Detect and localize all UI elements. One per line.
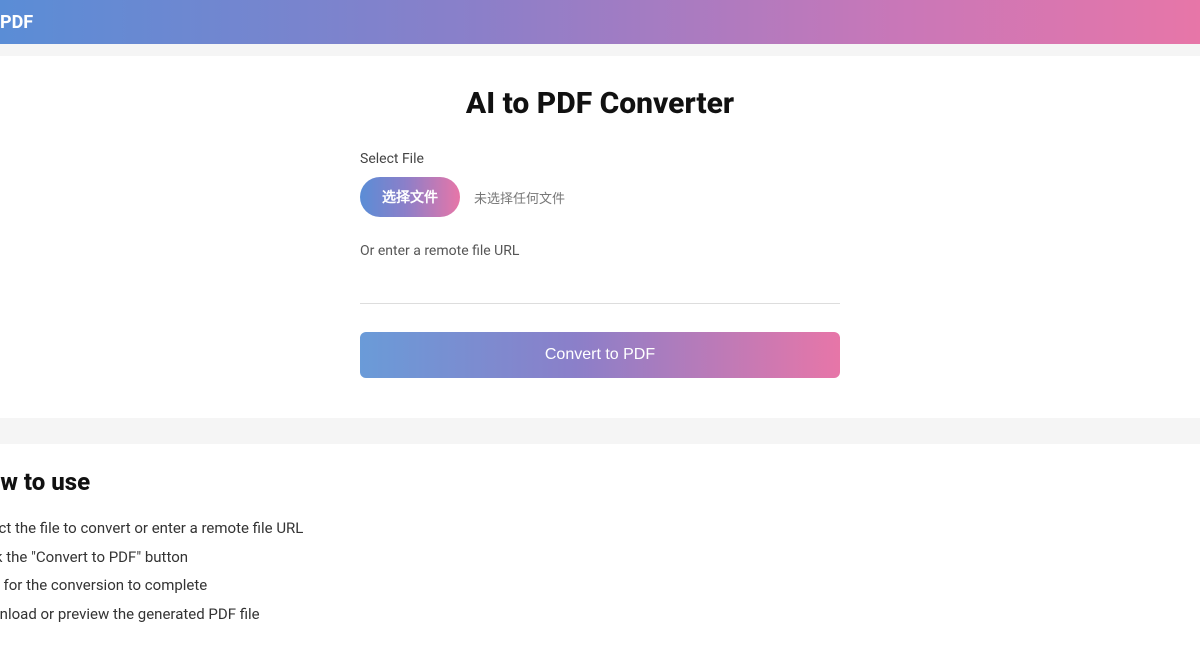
select-file-label: Select File — [360, 151, 840, 167]
file-picker-row: 选择文件 未选择任何文件 — [360, 177, 840, 217]
file-status-text: 未选择任何文件 — [474, 188, 565, 207]
brand-text: PDF — [0, 12, 33, 33]
url-input[interactable] — [360, 271, 840, 304]
howto-title: How to use — [0, 468, 1200, 496]
howto-step: Wait for the conversion to complete — [0, 571, 1200, 600]
howto-card: How to use Select the file to convert or… — [0, 444, 1200, 658]
choose-file-button[interactable]: 选择文件 — [360, 177, 460, 217]
page-title: AI to PDF Converter — [0, 86, 1200, 121]
convert-button[interactable]: Convert to PDF — [360, 332, 840, 378]
converter-card: AI to PDF Converter Select File 选择文件 未选择… — [0, 56, 1200, 418]
howto-step: Download or preview the generated PDF fi… — [0, 600, 1200, 629]
howto-list: Select the file to convert or enter a re… — [0, 514, 1200, 628]
howto-step: Select the file to convert or enter a re… — [0, 514, 1200, 543]
or-url-label: Or enter a remote file URL — [360, 243, 840, 259]
converter-form: Select File 选择文件 未选择任何文件 Or enter a remo… — [350, 151, 850, 378]
howto-step: Click the "Convert to PDF" button — [0, 543, 1200, 572]
header: PDF — [0, 0, 1200, 44]
